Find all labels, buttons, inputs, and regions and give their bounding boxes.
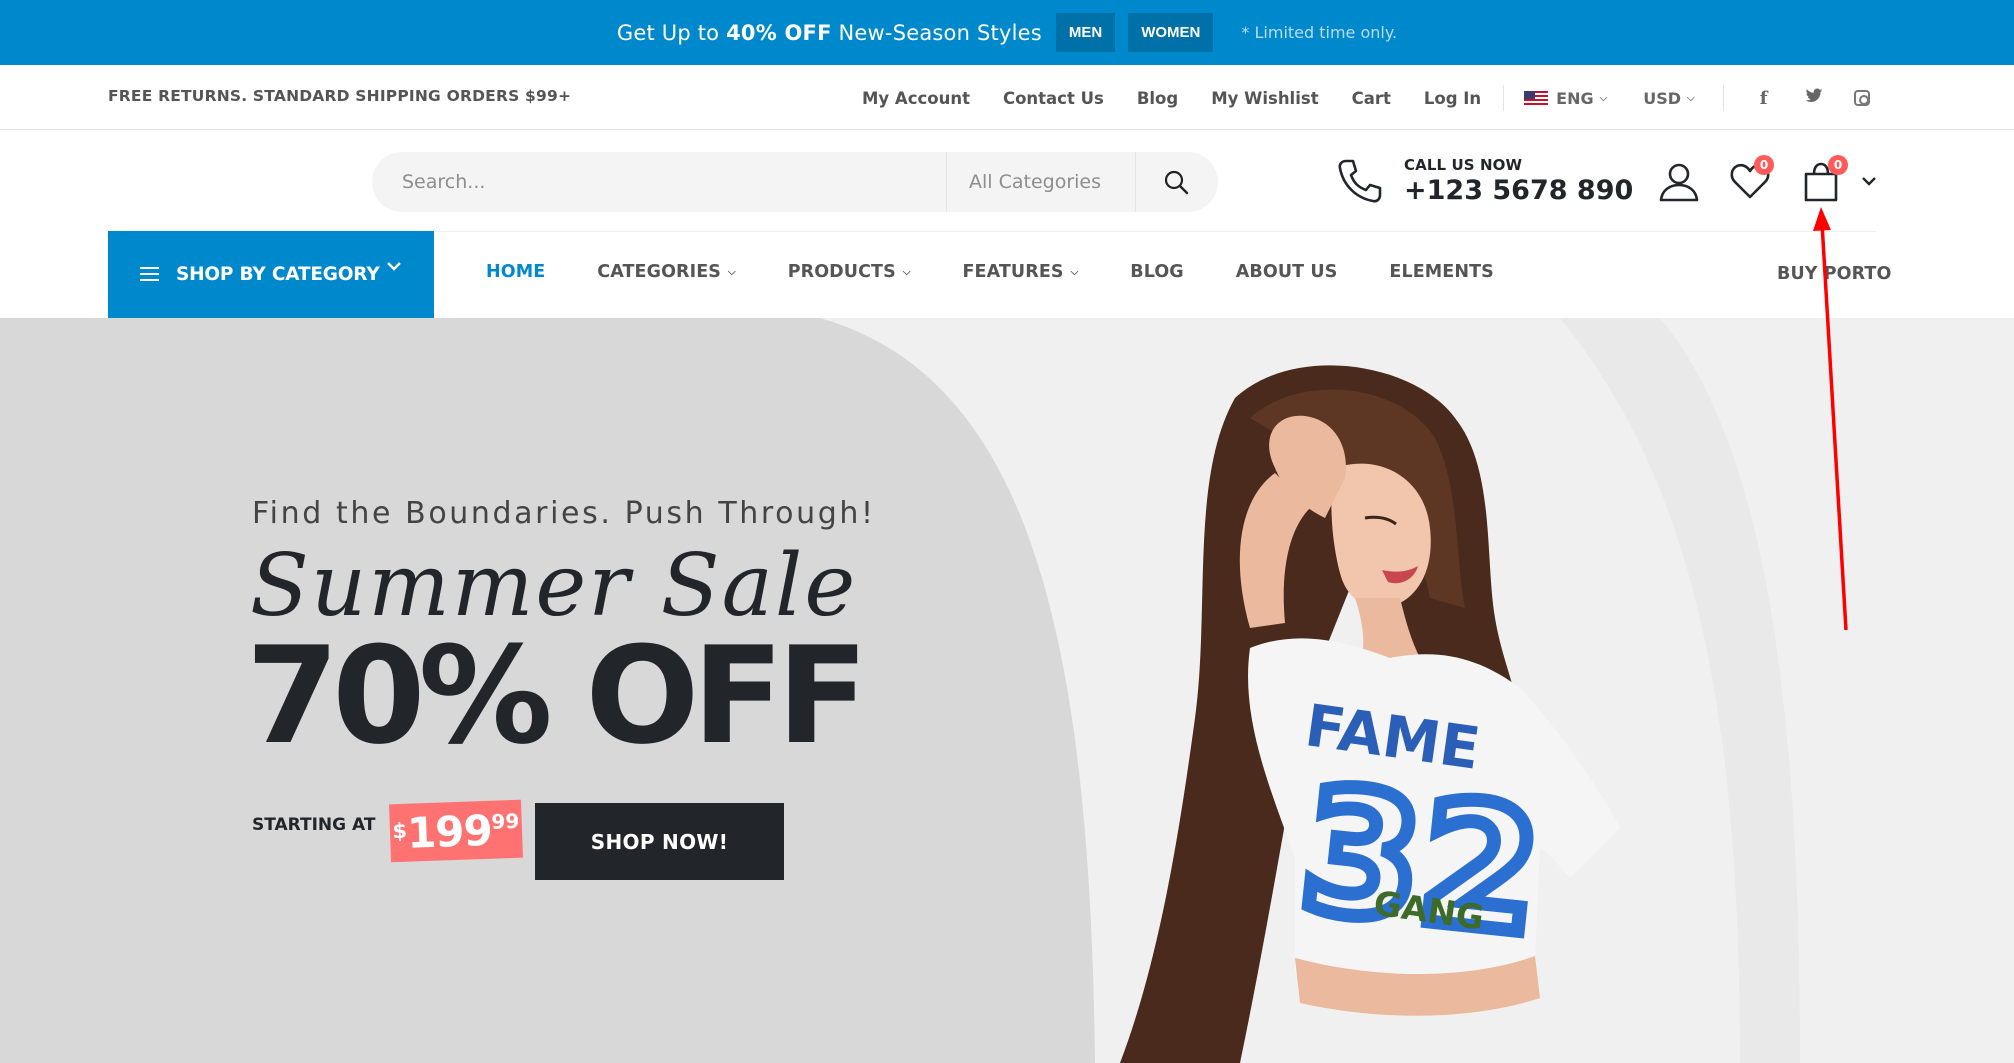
call-us-label: CALL US NOW	[1404, 156, 1523, 174]
link-blog[interactable]: Blog	[1137, 89, 1178, 108]
promo-men-button[interactable]: MEN	[1055, 13, 1116, 52]
phone-number[interactable]: +123 5678 890	[1404, 175, 1633, 206]
account-button[interactable]	[1658, 160, 1700, 206]
divider	[1503, 85, 1505, 111]
shipping-notice: FREE RETURNS. STANDARD SHIPPING ORDERS $…	[108, 87, 572, 105]
cart-count-badge: 0	[1828, 155, 1848, 175]
nav-home[interactable]: HOME	[486, 262, 545, 282]
main-nav: HOME CATEGORIES ⌵ PRODUCTS ⌵ FEATURES ⌵ BLO…	[486, 262, 1546, 282]
search-input[interactable]	[372, 171, 946, 193]
chevron-down-icon[interactable]	[1861, 176, 1877, 186]
chevron-down-icon: ⌵	[1687, 92, 1695, 104]
user-icon	[1659, 163, 1699, 202]
wishlist-button[interactable]: 0	[1729, 155, 1774, 206]
shop-by-category-label: SHOP BY CATEGORY	[176, 264, 380, 285]
chevron-down-icon: ⌵	[1070, 266, 1079, 278]
promo-bar: Get Up to 40% OFF New-Season Styles MEN …	[0, 0, 2014, 65]
buy-porto-link[interactable]: BUY PORTO	[1777, 264, 1891, 284]
hero-model-image: FAME 32 GANG	[1120, 365, 1620, 1063]
top-bar: FREE RETURNS. STANDARD SHIPPING ORDERS $…	[0, 65, 2014, 130]
promo-women-button[interactable]: WOMEN	[1128, 13, 1214, 52]
nav-about-us[interactable]: ABOUT US	[1236, 262, 1338, 282]
chevron-down-icon	[387, 262, 401, 271]
currency-selector[interactable]: USD ⌵	[1643, 89, 1694, 108]
hero-headline: 70% OFF	[246, 618, 868, 774]
menu-icon	[140, 267, 159, 282]
search-bar: All Categories	[372, 152, 1218, 212]
shop-by-category-button[interactable]: SHOP BY CATEGORY	[108, 231, 434, 318]
promo-note: * Limited time only.	[1241, 23, 1398, 42]
shirt-print-number: 32	[1293, 751, 1549, 973]
facebook-icon[interactable]: f	[1754, 88, 1774, 109]
link-my-account[interactable]: My Account	[862, 89, 970, 108]
hero-banner: Find the Boundaries. Push Through! Summe…	[0, 318, 2014, 1063]
nav-features[interactable]: FEATURES ⌵	[963, 262, 1079, 282]
link-contact-us[interactable]: Contact Us	[1003, 89, 1104, 108]
twitter-icon[interactable]	[1804, 88, 1824, 109]
instagram-icon[interactable]	[1853, 90, 1870, 106]
starting-at-label: STARTING AT	[252, 815, 376, 835]
chevron-down-icon: ⌵	[728, 266, 736, 278]
hero-tagline: Find the Boundaries. Push Through!	[252, 496, 876, 531]
shop-now-button[interactable]: SHOP NOW!	[535, 803, 784, 880]
nav-blog[interactable]: BLOG	[1130, 262, 1184, 282]
language-label: ENG	[1556, 88, 1594, 108]
link-log-in[interactable]: Log In	[1424, 89, 1481, 108]
social-links: f	[1724, 88, 1870, 109]
search-button[interactable]	[1136, 152, 1216, 212]
nav-categories[interactable]: CATEGORIES ⌵	[597, 262, 735, 282]
nav-elements[interactable]: ELEMENTS	[1389, 262, 1493, 282]
call-us: CALL US NOW +123 5678 890	[1336, 156, 1633, 206]
us-flag-icon	[1524, 90, 1549, 106]
category-select[interactable]: All Categories	[946, 152, 1136, 212]
search-icon	[1164, 170, 1189, 195]
top-links: My Account Contact Us Blog My Wishlist C…	[862, 85, 1870, 111]
nav-products[interactable]: PRODUCTS ⌵	[788, 262, 911, 282]
wishlist-count-badge: 0	[1754, 155, 1774, 175]
link-my-wishlist[interactable]: My Wishlist	[1211, 89, 1318, 108]
price-tag: $199 99	[389, 799, 523, 863]
phone-icon	[1338, 159, 1382, 203]
chevron-down-icon: ⌵	[902, 266, 911, 278]
currency-label: USD	[1643, 88, 1682, 108]
chevron-down-icon: ⌵	[1599, 92, 1608, 104]
cart-button[interactable]: 0	[1800, 155, 1876, 206]
promo-text: Get Up to 40% OFF New-Season Styles	[616, 20, 1042, 45]
language-selector[interactable]: ENG ⌵	[1524, 89, 1607, 108]
link-cart[interactable]: Cart	[1352, 89, 1391, 108]
